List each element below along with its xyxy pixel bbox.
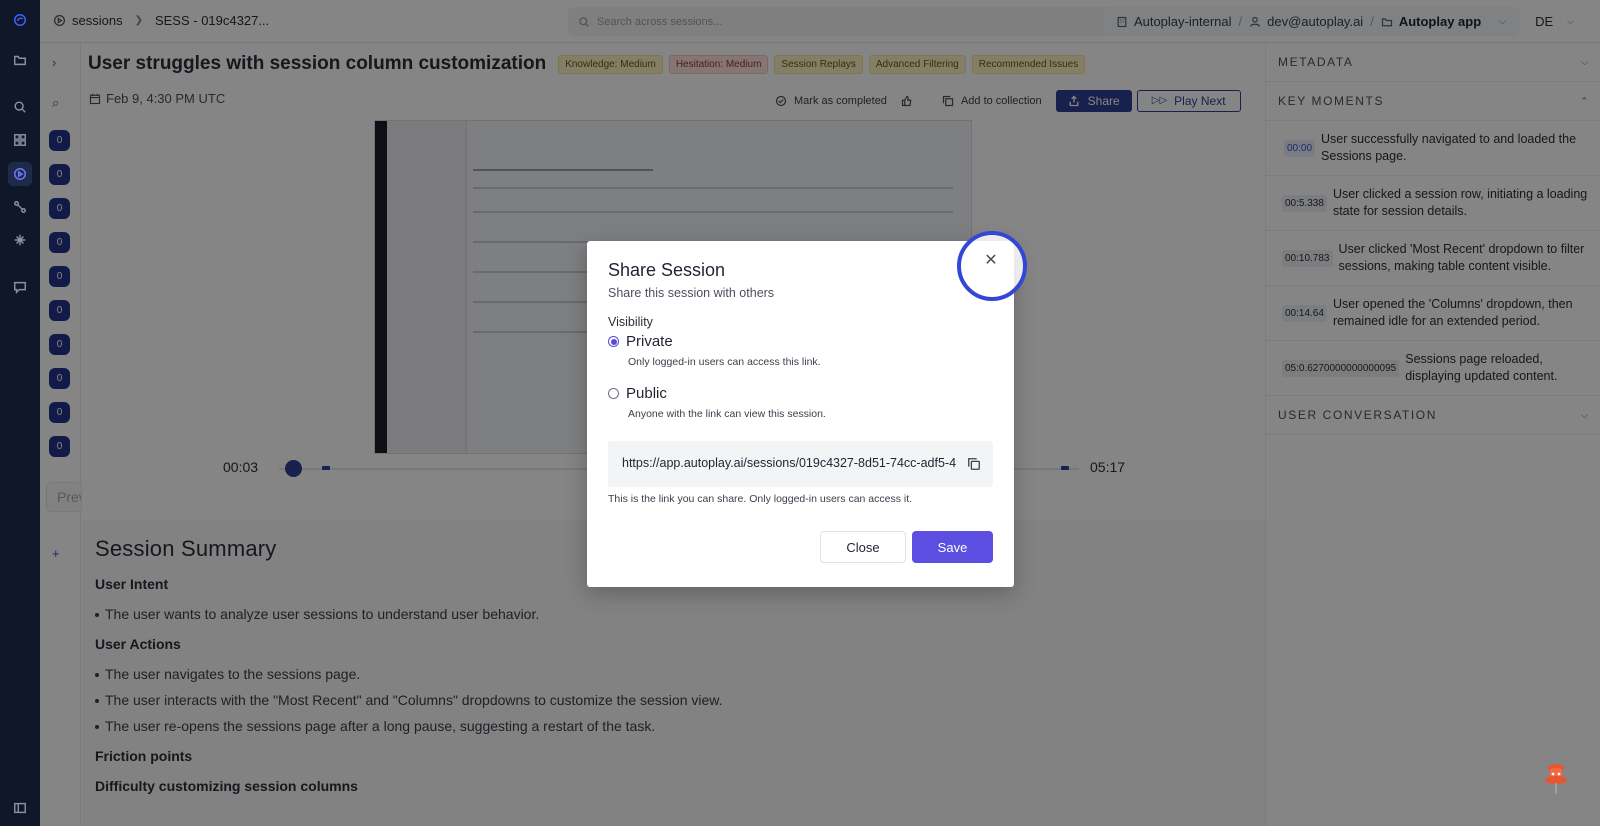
visibility-label: Visibility [608, 315, 653, 329]
dialog-subtitle: Share this session with others [608, 286, 775, 300]
private-description: Only logged-in users can access this lin… [628, 356, 821, 368]
chat-icon[interactable] [8, 275, 32, 299]
close-button[interactable]: Close [820, 531, 906, 563]
public-label: Public [626, 385, 667, 402]
dialog-close-control[interactable]: ✕ [957, 231, 1027, 301]
public-option[interactable]: Public [608, 385, 667, 402]
search-icon[interactable] [8, 95, 32, 119]
folder-icon[interactable] [8, 48, 32, 72]
share-link-field[interactable]: https://app.autoplay.ai/sessions/019c432… [608, 441, 993, 487]
share-link-text: https://app.autoplay.ai/sessions/019c432… [622, 456, 957, 470]
app-rail [0, 0, 40, 826]
sessions-play-icon[interactable] [8, 162, 32, 186]
copy-icon[interactable] [967, 457, 981, 471]
share-link-note: This is the link you can share. Only log… [608, 493, 913, 505]
close-icon[interactable]: ✕ [984, 250, 997, 270]
save-button[interactable]: Save [912, 531, 993, 563]
public-radio[interactable] [608, 388, 619, 399]
private-radio[interactable] [608, 336, 619, 347]
sparkle-icon[interactable] [8, 228, 32, 252]
sidebar-toggle-icon[interactable] [8, 796, 32, 820]
private-label: Private [626, 333, 673, 350]
logo-icon[interactable] [8, 8, 32, 32]
share-session-dialog: Share Session Share this session with ot… [587, 241, 1014, 587]
dashboard-icon[interactable] [8, 128, 32, 152]
private-option[interactable]: Private [608, 333, 673, 350]
public-description: Anyone with the link can view this sessi… [628, 408, 826, 420]
dialog-title: Share Session [608, 260, 726, 280]
flow-icon[interactable] [8, 195, 32, 219]
pushpin-mascot-icon[interactable] [1543, 762, 1569, 796]
